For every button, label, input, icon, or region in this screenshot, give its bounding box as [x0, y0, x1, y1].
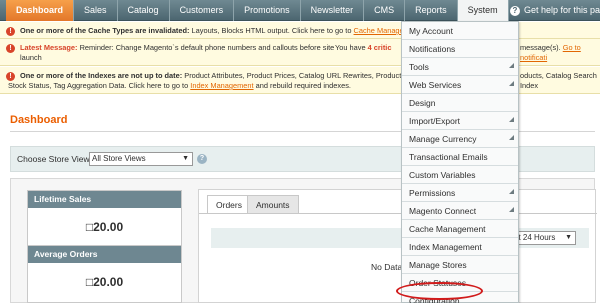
store-view-select[interactable]: All Store Views ▼: [89, 152, 193, 166]
lifetime-sales-label: Lifetime Sales: [28, 191, 181, 208]
lifetime-sales-box: Lifetime Sales □20.00: [27, 190, 182, 248]
menu-item-my-account[interactable]: My Account: [402, 22, 518, 40]
nav-menu: Dashboard Sales Catalog Customers Promotions…: [6, 0, 509, 21]
highlight-circle: [396, 282, 483, 300]
tab-amounts[interactable]: Amounts: [247, 195, 299, 213]
nav-item-promotions[interactable]: Promotions: [234, 0, 301, 21]
nav-item-sales[interactable]: Sales: [74, 0, 118, 21]
dropdown-arrow-icon: ▼: [182, 155, 189, 162]
chart-tabs-area: Orders Amounts: [198, 189, 597, 303]
menu-item-permissions[interactable]: Permissions: [402, 184, 518, 202]
menu-item-manage-stores[interactable]: Manage Stores: [402, 256, 518, 274]
submenu-arrow-icon: [509, 207, 514, 212]
tab-orders[interactable]: Orders: [207, 195, 251, 213]
error-icon: !: [6, 27, 15, 36]
nav-item-customers[interactable]: Customers: [170, 0, 235, 21]
store-switcher-label: Choose Store View:: [17, 154, 92, 164]
submenu-arrow-icon: [509, 135, 514, 140]
average-orders-box: Average Orders □20.00: [27, 245, 182, 303]
main-navigation: Dashboard Sales Catalog Customers Promotions…: [0, 0, 600, 21]
nav-item-system[interactable]: System: [457, 0, 509, 21]
average-orders-value: □20.00: [85, 275, 124, 289]
nav-item-reports[interactable]: Reports: [405, 0, 458, 21]
submenu-arrow-icon: [509, 63, 514, 68]
menu-item-custom-variables[interactable]: Custom Variables: [402, 166, 518, 184]
submenu-arrow-icon: [509, 81, 514, 86]
average-orders-label: Average Orders: [28, 246, 181, 263]
menu-item-index-management[interactable]: Index Management: [402, 238, 518, 256]
menu-item-web-services[interactable]: Web Services: [402, 76, 518, 94]
menu-item-notifications[interactable]: Notifications: [402, 40, 518, 58]
page-title: Dashboard: [10, 114, 68, 126]
tab-divider: [199, 213, 597, 214]
menu-item-transactional-emails[interactable]: Transactional Emails: [402, 148, 518, 166]
help-icon: ?: [509, 5, 520, 16]
system-dropdown-menu: My Account Notifications Tools Web Services…: [401, 21, 519, 303]
menu-item-import-export[interactable]: Import/Export: [402, 112, 518, 130]
error-icon: !: [6, 44, 15, 53]
submenu-arrow-icon: [509, 189, 514, 194]
no-data-text: No Data: [371, 262, 403, 272]
nav-item-catalog[interactable]: Catalog: [118, 0, 170, 21]
index-management-link[interactable]: Index Management: [190, 81, 253, 90]
nav-item-newsletter[interactable]: Newsletter: [301, 0, 365, 21]
menu-item-magento-connect[interactable]: Magento Connect: [402, 202, 518, 220]
submenu-arrow-icon: [509, 117, 514, 122]
nav-item-dashboard[interactable]: Dashboard: [6, 0, 75, 21]
lifetime-sales-value: □20.00: [85, 220, 124, 234]
menu-item-design[interactable]: Design: [402, 94, 518, 112]
question-icon[interactable]: ?: [197, 154, 207, 164]
dropdown-arrow-icon: ▼: [565, 234, 572, 241]
critical-count: 4 critic: [367, 43, 392, 52]
nav-item-cms[interactable]: CMS: [364, 0, 406, 21]
menu-item-tools[interactable]: Tools: [402, 58, 518, 76]
menu-item-manage-currency[interactable]: Manage Currency: [402, 130, 518, 148]
help-link[interactable]: ? Get help for this pa: [509, 0, 600, 21]
menu-item-cache-management[interactable]: Cache Management: [402, 220, 518, 238]
